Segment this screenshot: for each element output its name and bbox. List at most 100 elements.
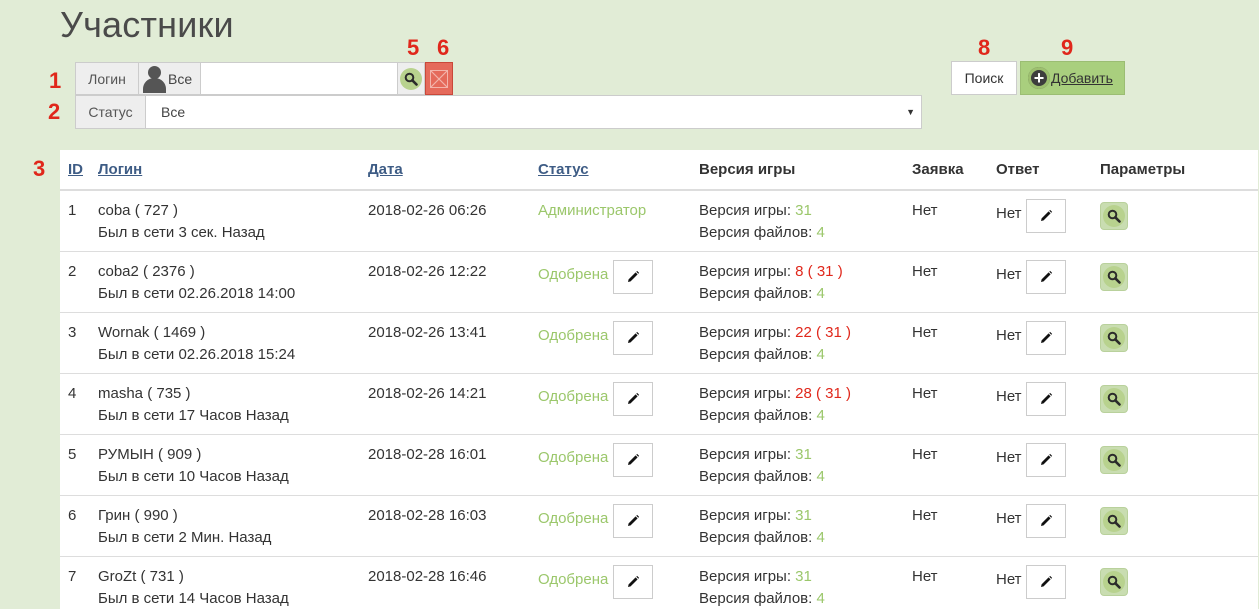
caret-down-icon: ▼ [906, 107, 915, 117]
files-version-value: 4 [816, 589, 825, 607]
view-params-button[interactable] [1100, 202, 1128, 230]
files-version-label: Версия файлов: [699, 467, 813, 485]
row-last-seen: Был в сети 17 Часов Назад [98, 406, 289, 424]
game-version-label: Версия игры: [699, 323, 791, 341]
pencil-icon [628, 331, 640, 343]
edit-otvet-button[interactable] [1025, 442, 1066, 477]
view-params-button[interactable] [1100, 384, 1128, 413]
game-version-label: Версия игры: [699, 445, 791, 463]
annotation-5: 5 [407, 35, 420, 60]
search-icon [1103, 509, 1125, 532]
view-params-button[interactable] [1100, 445, 1128, 474]
edit-status-button[interactable] [613, 320, 654, 355]
edit-status-button[interactable] [613, 442, 654, 477]
row-zayavka: Нет [912, 556, 996, 609]
edit-status-button[interactable] [613, 259, 654, 294]
files-version-value: 4 [816, 224, 825, 241]
row-game-version: Версия игры: 22 ( 31 ) [699, 322, 912, 344]
pencil-icon [628, 453, 640, 465]
edit-otvet-button[interactable] [1025, 381, 1066, 416]
row-last-seen: Был в сети 02.26.2018 15:24 [98, 345, 296, 363]
files-version-value: 4 [816, 406, 825, 424]
user-selector[interactable]: Все [139, 62, 201, 95]
view-params-button[interactable] [1100, 567, 1128, 596]
row-status: Одобрена [538, 387, 609, 405]
login-clear-button[interactable] [425, 62, 453, 95]
edit-status-button[interactable] [613, 503, 654, 538]
search-icon [1103, 265, 1125, 288]
game-version-label: Версия игры: [699, 506, 791, 524]
row-zayavka: Нет [912, 251, 996, 313]
login-search-input[interactable] [201, 62, 398, 95]
login-search-button[interactable] [398, 62, 425, 95]
row-zayavka: Нет [912, 312, 996, 374]
edit-otvet-button[interactable] [1025, 320, 1066, 355]
header-login[interactable]: Логин [98, 150, 368, 191]
status-filter-label: Статус [76, 96, 146, 128]
row-files-version: Версия файлов: 4 [699, 405, 912, 427]
row-login: Wornak ( 1469 ) [98, 323, 206, 341]
edit-otvet-button[interactable] [1025, 564, 1066, 599]
row-otvet: Нет [996, 448, 1022, 466]
table-row: 5 РУМЫН ( 909 ) Был в сети 10 Часов Наза… [60, 434, 1258, 496]
header-status[interactable]: Статус [538, 150, 699, 191]
row-last-seen: Был в сети 2 Мин. Назад [98, 528, 272, 546]
user-selector-value: Все [168, 70, 193, 87]
table-row: 2 coba2 ( 2376 ) Был в сети 02.26.2018 1… [60, 251, 1258, 313]
row-status: Одобрена [538, 570, 609, 588]
row-login: coba ( 727 ) [98, 202, 179, 219]
status-select[interactable]: Все ▼ [146, 96, 921, 128]
table-header-row: ID Логин Дата Статус Версия игры Заявка … [60, 150, 1258, 191]
header-date[interactable]: Дата [368, 150, 538, 191]
row-id: 5 [60, 434, 98, 496]
pencil-icon [628, 575, 640, 587]
game-version-label: Версия игры: [699, 567, 791, 585]
row-status: Одобрена [538, 509, 609, 527]
edit-otvet-button[interactable] [1025, 503, 1066, 538]
pencil-icon [1040, 270, 1052, 282]
edit-status-button[interactable] [613, 564, 654, 599]
status-filter: Статус Все ▼ [75, 95, 922, 129]
pencil-icon [1040, 392, 1052, 404]
view-params-button[interactable] [1100, 506, 1128, 535]
files-version-value: 4 [816, 345, 825, 363]
view-params-button[interactable] [1100, 262, 1128, 291]
annotation-9: 9 [1061, 35, 1074, 60]
row-login: coba2 ( 2376 ) [98, 262, 195, 280]
header-id[interactable]: ID [60, 150, 98, 191]
edit-otvet-button[interactable] [1025, 259, 1066, 294]
row-status: Одобрена [538, 448, 609, 466]
game-version-value: 28 ( 31 ) [795, 384, 852, 402]
pencil-icon [628, 514, 640, 526]
row-login: masha ( 735 ) [98, 384, 191, 402]
files-version-value: 4 [816, 528, 825, 546]
add-button[interactable]: + Добавить [1020, 61, 1125, 95]
edit-otvet-button[interactable] [1025, 199, 1066, 233]
row-zayavka: Нет [912, 434, 996, 496]
files-version-label: Версия файлов: [699, 224, 813, 241]
files-version-label: Версия файлов: [699, 589, 813, 607]
game-version-value: 31 [795, 506, 812, 524]
row-id: 1 [60, 190, 98, 252]
search-icon [1103, 205, 1125, 227]
row-otvet: Нет [996, 205, 1022, 222]
view-params-button[interactable] [1100, 323, 1128, 352]
search-button[interactable]: Поиск [951, 61, 1017, 95]
search-icon [1103, 387, 1125, 410]
row-last-seen: Был в сети 10 Часов Назад [98, 467, 289, 485]
row-date: 2018-02-26 12:22 [368, 251, 538, 313]
row-date: 2018-02-28 16:46 [368, 556, 538, 609]
edit-status-button[interactable] [613, 381, 654, 416]
row-otvet: Нет [996, 265, 1022, 283]
pencil-icon [628, 392, 640, 404]
row-zayavka: Нет [912, 190, 996, 252]
row-id: 6 [60, 495, 98, 557]
row-status: Администратор [538, 202, 647, 219]
search-icon [400, 67, 422, 90]
row-date: 2018-02-26 06:26 [368, 190, 538, 252]
row-login: GroZt ( 731 ) [98, 567, 184, 585]
game-version-label: Версия игры: [699, 262, 791, 280]
row-otvet: Нет [996, 570, 1022, 588]
table-row: 7 GroZt ( 731 ) Был в сети 14 Часов Наза… [60, 556, 1258, 609]
files-version-label: Версия файлов: [699, 345, 813, 363]
